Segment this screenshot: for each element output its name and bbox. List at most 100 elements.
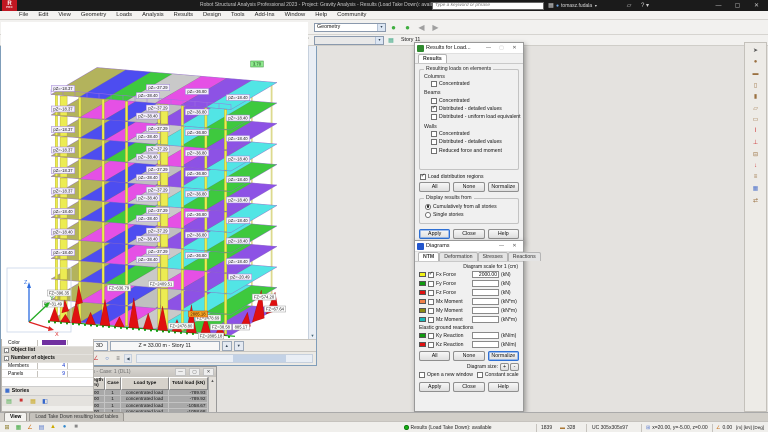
checkbox-icon[interactable]: [428, 299, 434, 305]
table-restore-icon[interactable]: ▢: [189, 368, 200, 376]
results-dialog-title-bar[interactable]: Results for Load... — ▢ ✕: [415, 43, 523, 54]
button-all[interactable]: All: [419, 182, 450, 192]
colors-icon[interactable]: ■: [16, 397, 26, 406]
check-walls-distributed-detailed-values[interactable]: Distributed - detailed values: [420, 138, 518, 146]
menu-geometry[interactable]: Geometry: [76, 12, 111, 18]
zoom-all-icon[interactable]: ○: [102, 354, 112, 363]
check-walls-concentrated[interactable]: Concentrated: [420, 130, 518, 138]
diagram-scale-input[interactable]: [472, 271, 499, 278]
cart-icon[interactable]: ▱: [624, 0, 634, 11]
check-open-a-new-window[interactable]: Open a new window: [419, 371, 473, 379]
table-close-icon[interactable]: ✕: [203, 368, 214, 376]
check-beams-concentrated[interactable]: Concentrated: [420, 96, 518, 104]
lock-status-icon[interactable]: ■: [71, 423, 81, 432]
diagram-scale-input[interactable]: [472, 332, 499, 339]
check-columns-concentrated[interactable]: Concentrated: [420, 80, 518, 88]
story-select-icon[interactable]: ▦: [386, 36, 396, 45]
doc-tab-view[interactable]: View: [4, 412, 27, 421]
model-canvas[interactable]: pZ=-18.40pZ=-38.40pZ=-37.29pZ=-36.80pZ=-…: [1, 22, 308, 339]
bar-tool-icon[interactable]: ▬: [751, 69, 761, 78]
menu-results[interactable]: Results: [169, 12, 198, 18]
maximize-button[interactable]: ▢: [728, 0, 747, 11]
menu-design[interactable]: Design: [198, 12, 226, 18]
diagrams-minimize-icon[interactable]: —: [495, 242, 508, 251]
story-chart-icon[interactable]: ◧: [40, 397, 50, 406]
attributes-display-icon[interactable]: ≡: [113, 354, 123, 363]
menu-analysis[interactable]: Analysis: [137, 12, 169, 18]
diagrams-button2-help[interactable]: Help: [488, 382, 519, 392]
menu-view[interactable]: View: [53, 12, 75, 18]
warning-status-icon[interactable]: ▲: [48, 423, 58, 432]
prop-value[interactable]: 4: [38, 363, 68, 369]
check-constant-scale[interactable]: Constant scale: [477, 371, 519, 379]
back-view-icon[interactable]: ◀: [415, 21, 428, 34]
results-close-icon[interactable]: ✕: [508, 44, 521, 53]
button-none[interactable]: None: [453, 182, 484, 192]
stories-bottom-tab[interactable]: ▦ Stories: [2, 387, 93, 396]
props-row-color[interactable]: Color: [2, 339, 93, 347]
menu-window[interactable]: Window: [280, 12, 311, 18]
search-input[interactable]: [432, 2, 544, 10]
opening-tool-icon[interactable]: ▭: [751, 115, 761, 124]
checkbox-icon[interactable]: [431, 131, 437, 137]
move-tool-icon[interactable]: ⇄: [751, 196, 761, 205]
checkbox-icon[interactable]: [431, 139, 437, 145]
column-header-case[interactable]: Case: [105, 377, 121, 390]
checkbox-icon[interactable]: ✓: [431, 106, 437, 112]
diagrams-button-normalize[interactable]: Normalize: [488, 351, 519, 361]
slab-tool-icon[interactable]: ▱: [751, 104, 761, 113]
results-minimize-icon[interactable]: —: [482, 44, 495, 53]
checkbox-icon[interactable]: [428, 290, 434, 296]
story-up-button[interactable]: ▲: [222, 341, 232, 351]
diagrams-dialog-title-bar[interactable]: Diagrams — ✕: [415, 241, 523, 252]
support-tool-icon[interactable]: ⊥: [751, 138, 761, 147]
grid-status-icon[interactable]: ▦: [14, 423, 24, 432]
diagram-scale-input[interactable]: [472, 298, 499, 305]
wall-tool-icon[interactable]: ▯: [751, 81, 761, 90]
checkbox-icon[interactable]: ✓: [420, 174, 426, 180]
checkbox-icon[interactable]: [428, 342, 434, 348]
help-menu-icon[interactable]: ? ▾: [638, 0, 652, 11]
load-tool-icon[interactable]: ↓: [751, 161, 761, 170]
button-help[interactable]: Help: [488, 229, 519, 239]
radio-single-stories[interactable]: Single stories: [420, 211, 518, 219]
button-apply[interactable]: Apply: [419, 229, 450, 239]
props-row-members[interactable]: Members4: [2, 363, 93, 371]
diagram-scale-input[interactable]: [472, 316, 499, 323]
story-down-button[interactable]: ▼: [234, 341, 244, 351]
checkbox-icon[interactable]: [431, 148, 437, 154]
menu-file[interactable]: File: [14, 12, 33, 18]
checkbox-icon[interactable]: [428, 281, 434, 287]
check-walls-reduced-force-and-moment[interactable]: Reduced force and moment: [420, 146, 518, 154]
menu-tools[interactable]: Tools: [226, 12, 250, 18]
section-tool-icon[interactable]: I: [751, 127, 761, 136]
close-button[interactable]: ✕: [747, 0, 766, 11]
column-header-total-load-kn[interactable]: Total load (kN): [169, 377, 208, 390]
diagram-scale-input[interactable]: [472, 289, 499, 296]
props-section-number-of-objects[interactable]: -Number of objects: [2, 355, 93, 363]
building-3d-scene[interactable]: pZ=-18.40pZ=-38.40pZ=-37.29pZ=-36.80pZ=-…: [1, 22, 308, 339]
checkbox-icon[interactable]: [431, 81, 437, 87]
snap-settings-icon[interactable]: ⊞: [2, 423, 12, 432]
table-minimize-icon[interactable]: —: [175, 368, 186, 376]
doc-tab-load-take-down-resulting-load-tables[interactable]: Load Take Down resulting load tables: [29, 412, 124, 421]
diagrams-button2-close[interactable]: Close: [453, 382, 484, 392]
story-level-indicator[interactable]: Z = 33.00 m - Story 11: [110, 341, 220, 351]
props-row-panels[interactable]: Panels9: [2, 370, 93, 378]
scroll-left-icon[interactable]: ◀: [124, 354, 132, 363]
check-load-distribution-regions[interactable]: ✓Load distribution regions: [415, 173, 523, 181]
diagrams-button2-apply[interactable]: Apply: [419, 382, 450, 392]
checkbox-icon[interactable]: [431, 98, 437, 104]
menu-edit[interactable]: Edit: [33, 12, 53, 18]
button-close[interactable]: Close: [453, 229, 484, 239]
checkbox-icon[interactable]: [431, 114, 437, 120]
props-section-object-list[interactable]: -Object list: [2, 347, 93, 355]
diagrams-tab-reactions[interactable]: Reactions: [508, 252, 541, 261]
layers-status-icon[interactable]: ▤: [37, 423, 47, 432]
search-go-icon[interactable]: ▦: [547, 0, 555, 11]
diagram-scale-input[interactable]: [472, 307, 499, 314]
diagrams-button-all[interactable]: All: [419, 351, 450, 361]
checkbox-icon[interactable]: ✓: [428, 272, 434, 278]
expander-icon[interactable]: -: [4, 348, 9, 353]
legend-icon[interactable]: ▤: [4, 397, 14, 406]
